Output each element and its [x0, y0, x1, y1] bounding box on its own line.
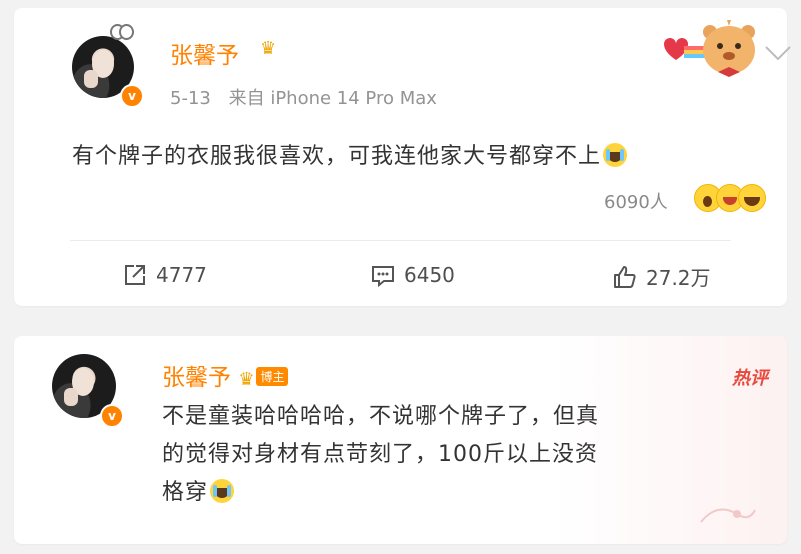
verified-badge: v: [120, 84, 144, 108]
like-count: 27.2万: [646, 266, 711, 290]
post-date: 5-13: [170, 88, 211, 109]
post-author-name[interactable]: 张馨予: [170, 36, 239, 70]
cry-emoji-icon: [603, 143, 628, 167]
like-button[interactable]: 27.2万: [612, 262, 711, 291]
repost-count: 4777: [156, 263, 207, 287]
avatar-hand-shape: [84, 70, 98, 88]
laugh-emoji-icon: [738, 184, 766, 212]
post-body: 有个牌子的衣服我很喜欢，可我连他家大号都穿不上: [72, 138, 628, 170]
comment-line-2: 的觉得对身材有点苛刻了，100斤以上没资: [162, 442, 598, 467]
comment-line-3-text: 格穿: [162, 480, 209, 505]
bear-sticker-icon: [664, 20, 755, 77]
blogger-tag: 博主: [256, 367, 289, 386]
avatar-hand-shape: [64, 388, 78, 406]
crown-icon: ♛: [238, 369, 255, 390]
divider: [70, 240, 731, 241]
comment-count: 6450: [404, 263, 455, 287]
chevron-down-icon[interactable]: [764, 44, 792, 62]
post-source: 来自 iPhone 14 Pro Max: [228, 88, 437, 109]
crown-icon: ♛: [260, 38, 277, 59]
hot-comment-label: 热评: [732, 368, 768, 389]
comment-author-name[interactable]: 张馨予 ♛ 博主: [162, 358, 289, 392]
verified-badge: v: [100, 404, 124, 428]
comment-body: 不是童装哈哈哈哈，不说哪个牌子了，但真 的觉得对身材有点苛刻了，100斤以上没资…: [162, 398, 599, 512]
comment-line-1: 不是童装哈哈哈哈，不说哪个牌子了，但真: [162, 404, 600, 429]
comment-author-name-text: 张馨予: [162, 365, 231, 391]
comment-decoration-icon: [700, 508, 756, 523]
comment-button[interactable]: 6450: [370, 262, 455, 288]
weibo-post-card: v 张馨予 ♛ 5-13 来自 iPhone 14 Pro Max 有个牌子的衣…: [14, 8, 791, 306]
avatar-bow-decoration: [110, 24, 134, 40]
reaction-count[interactable]: 6090人: [604, 188, 668, 214]
hot-comment-card: v 张馨予 ♛ 博主 热评 不是童装哈哈哈哈，不说哪个牌子了，但真 的觉得对身材有…: [14, 336, 787, 544]
post-body-text: 有个牌子的衣服我很喜欢，可我连他家大号都穿不上: [72, 144, 602, 169]
comment-icon: [372, 266, 394, 288]
repost-button[interactable]: 4777: [122, 262, 207, 288]
cry-emoji-icon: [210, 479, 235, 503]
reaction-emojis[interactable]: [694, 184, 766, 212]
comment-line-3: 格穿: [162, 474, 599, 512]
post-meta: 5-13 来自 iPhone 14 Pro Max: [170, 84, 437, 110]
like-icon: [614, 265, 636, 288]
repost-icon: [125, 265, 145, 285]
